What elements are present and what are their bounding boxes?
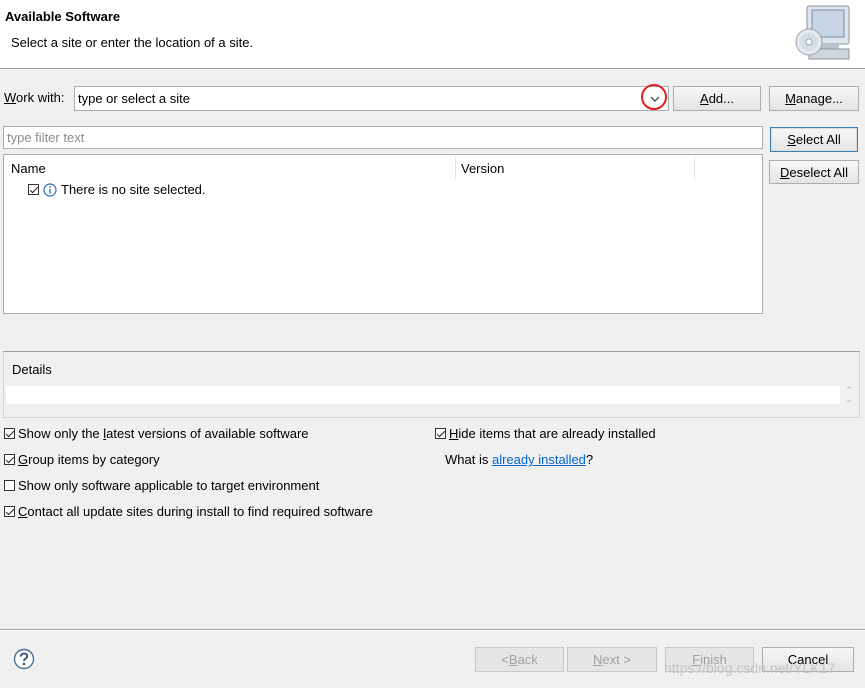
software-install-icon [795, 5, 850, 60]
watermark-text: https://blog.csdn.net/YLK17 [664, 660, 836, 676]
info-icon [43, 182, 57, 197]
column-divider[interactable] [455, 157, 456, 179]
group-by-category-option[interactable]: Group items by category [4, 452, 160, 467]
contact-update-sites-option[interactable]: Contact all update sites during install … [4, 504, 373, 519]
contact-update-sites-checkbox[interactable] [4, 506, 15, 517]
tree-row[interactable]: There is no site selected. [28, 182, 206, 197]
group-by-category-checkbox[interactable] [4, 454, 15, 465]
column-header-version[interactable]: Version [461, 155, 504, 181]
group-by-category-label: Group items by category [18, 452, 160, 467]
work-with-combo[interactable]: type or select a site [74, 86, 669, 111]
already-installed-link[interactable]: already installed [492, 452, 586, 467]
filter-input[interactable]: type filter text [3, 126, 763, 149]
row-text: There is no site selected. [61, 182, 206, 197]
highlight-circle [641, 84, 667, 110]
select-all-button[interactable]: Select All [770, 127, 858, 152]
work-with-input[interactable]: type or select a site [78, 91, 190, 106]
filter-placeholder: type filter text [7, 130, 85, 145]
add-site-button[interactable]: Add... [673, 86, 761, 111]
deselect-all-button[interactable]: Deselect All [769, 160, 859, 184]
help-icon[interactable] [13, 648, 35, 670]
back-button[interactable]: < Back [475, 647, 564, 672]
target-environment-checkbox[interactable] [4, 480, 15, 491]
column-divider[interactable] [694, 157, 695, 179]
details-scroll-arrows[interactable]: ⌃ ⌄ [842, 386, 856, 406]
details-group [3, 352, 860, 418]
details-text-area[interactable] [6, 386, 840, 404]
details-label: Details [12, 362, 52, 377]
hide-installed-option[interactable]: Hide items that are already installed [435, 426, 656, 441]
page-title: Available Software [5, 9, 121, 24]
show-latest-versions-label: Show only the latest versions of availab… [18, 426, 309, 441]
wizard-header: Available Software Select a site or ente… [0, 0, 865, 69]
row-checkbox[interactable] [28, 184, 39, 195]
what-is-installed-text: What is already installed? [445, 452, 594, 467]
contact-update-sites-label: Contact all update sites during install … [18, 504, 373, 519]
target-environment-option[interactable]: Show only software applicable to target … [4, 478, 319, 493]
target-environment-label: Show only software applicable to target … [18, 478, 320, 493]
hide-installed-label: Hide items that are already installed [449, 426, 656, 441]
footer-divider-highlight [0, 630, 865, 631]
next-button[interactable]: Next > [567, 647, 657, 672]
page-subtitle: Select a site or enter the location of a… [11, 35, 254, 50]
show-latest-versions-checkbox[interactable] [4, 428, 15, 439]
manage-sites-button[interactable]: Manage... [769, 86, 859, 111]
available-software-tree[interactable]: Name Version There is no site selected. [3, 154, 763, 314]
show-latest-versions-option[interactable]: Show only the latest versions of availab… [4, 426, 309, 441]
hide-installed-checkbox[interactable] [435, 428, 446, 439]
work-with-label: Work with: [4, 90, 65, 105]
column-header-name[interactable]: Name [11, 155, 46, 181]
